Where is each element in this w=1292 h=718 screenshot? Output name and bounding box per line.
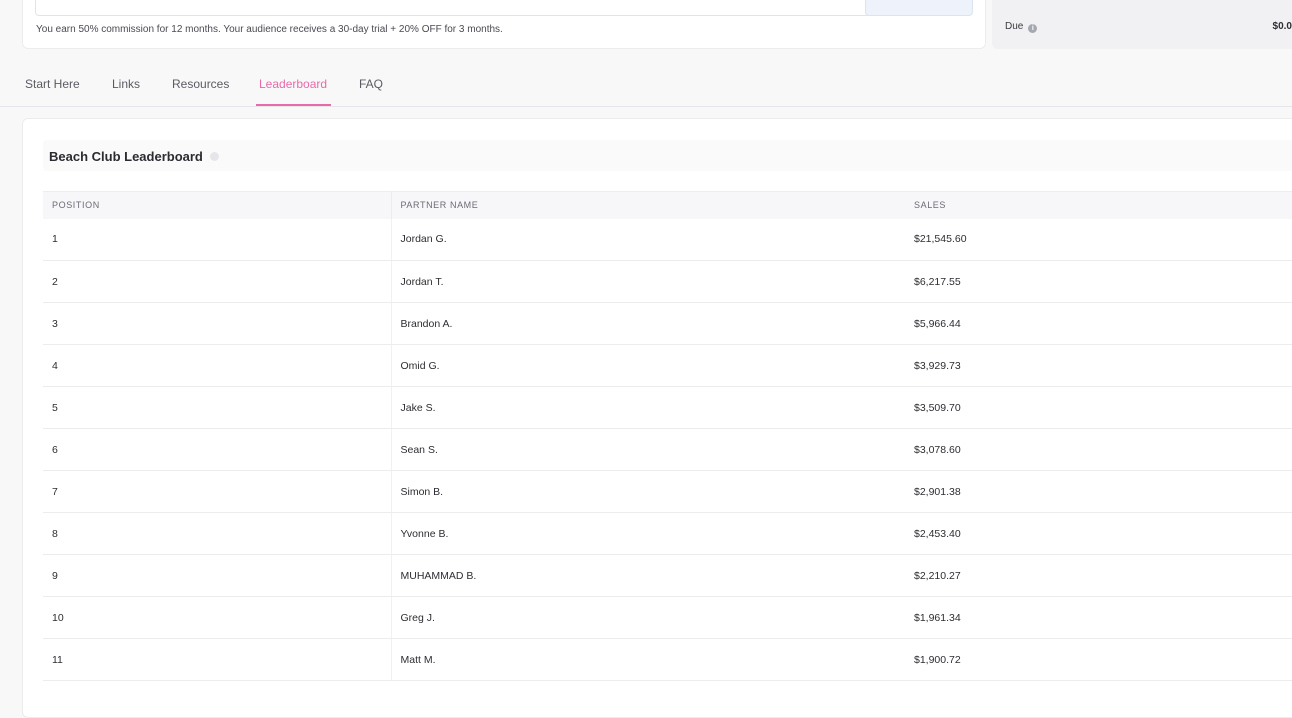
due-value: $0.0 [1272,21,1292,32]
sales-cell: $3,509.70 [905,386,1292,429]
column-header-position[interactable]: POSITION [43,191,392,219]
commission-info-text: You earn 50% commission for 12 months. Y… [36,24,503,35]
referral-link-input[interactable] [35,0,879,16]
sales-cell: $3,078.60 [905,428,1292,471]
column-header-partner-name[interactable]: PARTNER NAME [391,191,905,219]
column-header-sales[interactable]: SALES [905,191,1292,219]
leaderboard-title: Beach Club Leaderboard [49,149,219,164]
table-row: 11 Matt M. $1,900.72 [43,638,1292,681]
referral-card: You earn 50% commission for 12 months. Y… [22,0,986,49]
leaderboard-title-text: Beach Club Leaderboard [49,149,203,164]
position-cell: 7 [43,470,392,513]
partner-name-cell: Jordan G. [391,218,905,261]
sales-cell: $3,929.73 [905,344,1292,387]
table-row: 5 Jake S. $3,509.70 [43,386,1292,429]
info-icon[interactable] [209,152,219,161]
sales-cell: $1,900.72 [905,638,1292,681]
sales-cell: $6,217.55 [905,260,1292,303]
table-header-row: POSITION PARTNER NAME SALES [43,191,1292,219]
position-cell: 2 [43,260,392,303]
position-cell: 11 [43,638,392,681]
partner-name-cell: Omid G. [391,344,905,387]
position-cell: 4 [43,344,392,387]
sales-cell: $5,966.44 [905,302,1292,345]
position-cell: 9 [43,554,392,597]
position-cell: 10 [43,596,392,639]
partner-name-cell: MUHAMMAD B. [391,554,905,597]
position-cell: 5 [43,386,392,429]
due-row: Due i [1005,21,1038,33]
tab-start-here[interactable]: Start Here [25,77,80,91]
sales-cell: $2,210.27 [905,554,1292,597]
table-row: 6 Sean S. $3,078.60 [43,428,1292,471]
partner-name-cell: Sean S. [391,428,905,471]
leaderboard-header: Beach Club Leaderboard [43,140,1292,171]
table-row: 9 MUHAMMAD B. $2,210.27 [43,554,1292,597]
table-row: 3 Brandon A. $5,966.44 [43,302,1292,345]
active-tab-indicator [256,104,331,106]
table-row: 4 Omid G. $3,929.73 [43,344,1292,387]
balance-card: Due i $0.0 [992,0,1292,49]
position-cell: 6 [43,428,392,471]
partner-name-cell: Jake S. [391,386,905,429]
table-row: 8 Yvonne B. $2,453.40 [43,512,1292,555]
position-cell: 1 [43,218,392,261]
table-row: 1 Jordan G. $21,545.60 [43,218,1292,261]
due-label: Due [1005,21,1024,32]
copy-link-button[interactable] [865,0,973,16]
sales-cell: $1,961.34 [905,596,1292,639]
partner-name-cell: Yvonne B. [391,512,905,555]
tab-faq[interactable]: FAQ [359,77,383,91]
sales-cell: $21,545.60 [905,218,1292,261]
position-cell: 3 [43,302,392,345]
sales-cell: $2,901.38 [905,470,1292,513]
partner-name-cell: Jordan T. [391,260,905,303]
table-row: 2 Jordan T. $6,217.55 [43,260,1292,303]
table-row: 7 Simon B. $2,901.38 [43,470,1292,513]
tab-leaderboard[interactable]: Leaderboard [259,77,327,91]
info-icon[interactable]: i [1028,24,1038,33]
partner-name-cell: Greg J. [391,596,905,639]
position-cell: 8 [43,512,392,555]
tab-resources[interactable]: Resources [172,77,229,91]
tab-links[interactable]: Links [112,77,140,91]
sales-cell: $2,453.40 [905,512,1292,555]
table-row: 10 Greg J. $1,961.34 [43,596,1292,639]
leaderboard-card: Beach Club Leaderboard POSITION PARTNER … [22,118,1292,718]
partner-name-cell: Simon B. [391,470,905,513]
partner-name-cell: Matt M. [391,638,905,681]
partner-name-cell: Brandon A. [391,302,905,345]
leaderboard-table: POSITION PARTNER NAME SALES 1 Jordan G. … [43,191,1292,681]
tab-bar: Start Here Links Resources Leaderboard F… [0,64,1292,107]
